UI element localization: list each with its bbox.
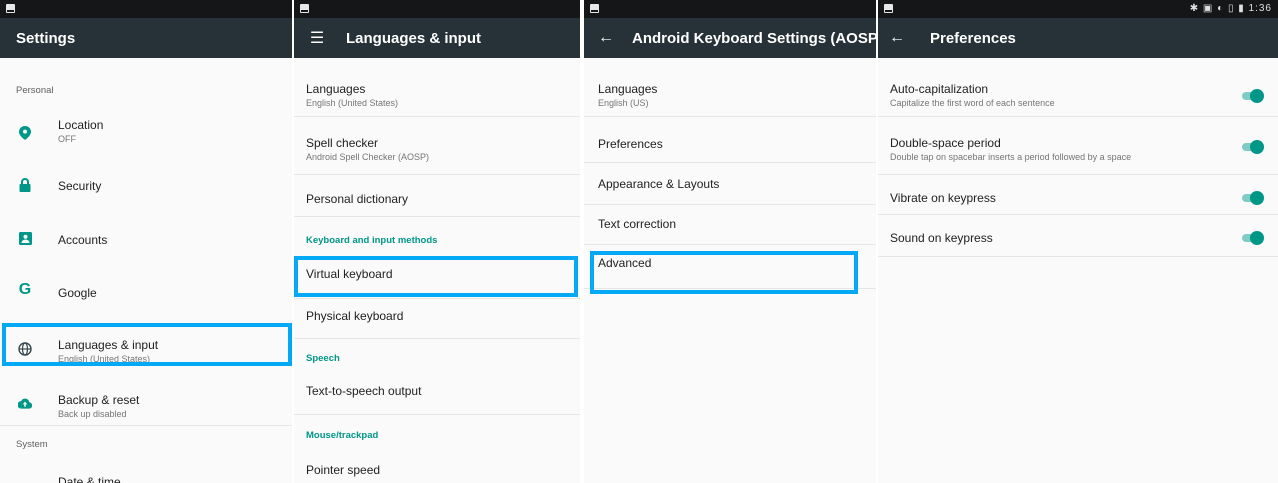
pref-vibrate-on-keypress[interactable]: Vibrate on keypress (878, 174, 1278, 215)
item-label: Physical keyboard (306, 309, 404, 323)
pref-double-space-period[interactable]: Double-space period Double tap on spaceb… (878, 116, 1278, 175)
item-label: Backup & reset (58, 393, 140, 407)
item-label: Text-to-speech output (306, 384, 422, 398)
app-bar: Settings (0, 18, 292, 58)
category-keyboard: Keyboard and input methods (306, 230, 580, 248)
pref-spell-checker[interactable]: Spell checker Android Spell Checker (AOS… (294, 116, 580, 175)
pref-appearance-layouts[interactable]: Appearance & Layouts (584, 162, 876, 205)
item-label: Preferences (598, 137, 663, 151)
pref-personal-dictionary[interactable]: Personal dictionary (294, 174, 580, 217)
pref-sound-on-keypress[interactable]: Sound on keypress (878, 214, 1278, 257)
item-label: Location (58, 118, 104, 132)
settings-item-languages-input[interactable]: Languages & input English (United States… (0, 330, 292, 370)
page-title: Android Keyboard Settings (AOSP) (632, 29, 876, 47)
menu-icon[interactable]: ☰ (308, 28, 326, 48)
item-summary: Capitalize the first word of each senten… (890, 98, 1055, 108)
item-label: Auto-capitalization (890, 82, 989, 96)
notification-icon (6, 4, 15, 13)
pref-preferences[interactable]: Preferences (584, 116, 876, 163)
settings-item-security[interactable]: Security (0, 177, 292, 207)
category-mouse-trackpad: Mouse/trackpad (306, 425, 580, 443)
notification-icon (884, 4, 893, 13)
sound-on-keypress-toggle[interactable] (1238, 231, 1264, 245)
google-g-icon: G (18, 281, 32, 298)
category-personal: Personal (16, 80, 292, 98)
keyboard-settings-pane: ← Android Keyboard Settings (AOSP) Langu… (584, 0, 876, 483)
status-bar: ✱ ▣ ◐ ▯ ▮ 1:36 (878, 0, 1278, 18)
item-label: Languages (598, 82, 658, 96)
item-label: Google (58, 286, 97, 300)
item-label: Virtual keyboard (306, 267, 393, 281)
category-system: System (16, 434, 292, 452)
app-bar: ← Preferences (878, 18, 1278, 58)
page-title: Languages & input (346, 29, 481, 47)
double-space-period-toggle[interactable] (1238, 140, 1264, 154)
category-speech: Speech (306, 348, 580, 366)
item-label: Appearance & Layouts (598, 177, 720, 191)
settings-item-location[interactable]: Location OFF (0, 118, 292, 158)
account-box-icon (18, 231, 32, 245)
category-label: System (16, 439, 48, 450)
pref-languages[interactable]: Languages English (US) (584, 58, 876, 117)
item-summary: Android Spell Checker (AOSP) (306, 152, 430, 162)
app-bar: ☰ Languages & input (294, 18, 580, 58)
preferences-pane: ✱ ▣ ◐ ▯ ▮ 1:36 ← Preferences Auto-capita… (878, 0, 1278, 483)
item-label: Pointer speed (306, 463, 381, 477)
status-icons-time: ✱ ▣ ◐ ▯ ▮ 1:36 (1189, 3, 1272, 14)
pref-pointer-speed[interactable]: Pointer speed (294, 448, 580, 483)
category-label: Keyboard and input methods (306, 235, 438, 246)
item-summary: English (United States) (306, 98, 399, 108)
item-label: Date & time (58, 475, 121, 483)
settings-item-backup-reset[interactable]: Backup & reset Back up disabled (0, 385, 292, 426)
item-label: Languages (306, 82, 366, 96)
notification-icon (590, 4, 599, 13)
pref-virtual-keyboard[interactable]: Virtual keyboard (294, 256, 580, 299)
item-label: Accounts (58, 233, 108, 247)
pref-text-correction[interactable]: Text correction (584, 204, 876, 245)
app-bar: ← Android Keyboard Settings (AOSP) (584, 18, 876, 58)
auto-capitalization-toggle[interactable] (1238, 89, 1264, 103)
back-arrow-icon[interactable]: ← (888, 29, 906, 47)
lock-icon (18, 178, 32, 192)
item-label: Security (58, 179, 102, 193)
pref-advanced[interactable]: Advanced (584, 244, 876, 289)
status-bar (294, 0, 580, 18)
item-summary: Back up disabled (58, 409, 127, 419)
item-summary: OFF (58, 134, 76, 144)
settings-item-google[interactable]: G Google (0, 281, 292, 312)
item-label: Double-space period (890, 136, 1001, 150)
pref-physical-keyboard[interactable]: Physical keyboard (294, 298, 580, 339)
item-label: Spell checker (306, 136, 379, 150)
back-arrow-icon[interactable]: ← (598, 29, 614, 47)
page-title: Settings (16, 29, 76, 47)
item-label: Text correction (598, 217, 677, 231)
item-label: Advanced (598, 256, 652, 270)
languages-input-pane: ☰ Languages & input Languages English (U… (294, 0, 580, 483)
category-label: Mouse/trackpad (306, 430, 379, 441)
category-label: Personal (16, 85, 54, 96)
status-bar (584, 0, 876, 18)
cloud-upload-icon (18, 396, 32, 410)
settings-item-date-time[interactable]: Date & time (0, 473, 292, 483)
location-pin-icon (18, 126, 32, 140)
pref-languages[interactable]: Languages English (United States) (294, 58, 580, 117)
pref-text-to-speech[interactable]: Text-to-speech output (294, 372, 580, 415)
item-label: Sound on keypress (890, 231, 993, 245)
vibrate-on-keypress-toggle[interactable] (1238, 191, 1264, 205)
category-label: Speech (306, 353, 340, 364)
item-label: Personal dictionary (306, 192, 409, 206)
notification-icon (300, 4, 309, 13)
settings-item-accounts[interactable]: Accounts (0, 229, 292, 259)
item-summary: English (US) (598, 98, 649, 108)
item-summary: Double tap on spacebar inserts a period … (890, 152, 1132, 162)
pref-auto-capitalization[interactable]: Auto-capitalization Capitalize the first… (878, 58, 1278, 117)
page-title: Preferences (930, 29, 1016, 47)
status-bar (0, 0, 292, 18)
globe-icon (18, 342, 32, 356)
item-label: Vibrate on keypress (890, 191, 996, 205)
item-label: Languages & input (58, 338, 159, 352)
item-summary: English (United States) (58, 354, 151, 364)
settings-pane: Settings Personal Location OFF Security … (0, 0, 292, 483)
